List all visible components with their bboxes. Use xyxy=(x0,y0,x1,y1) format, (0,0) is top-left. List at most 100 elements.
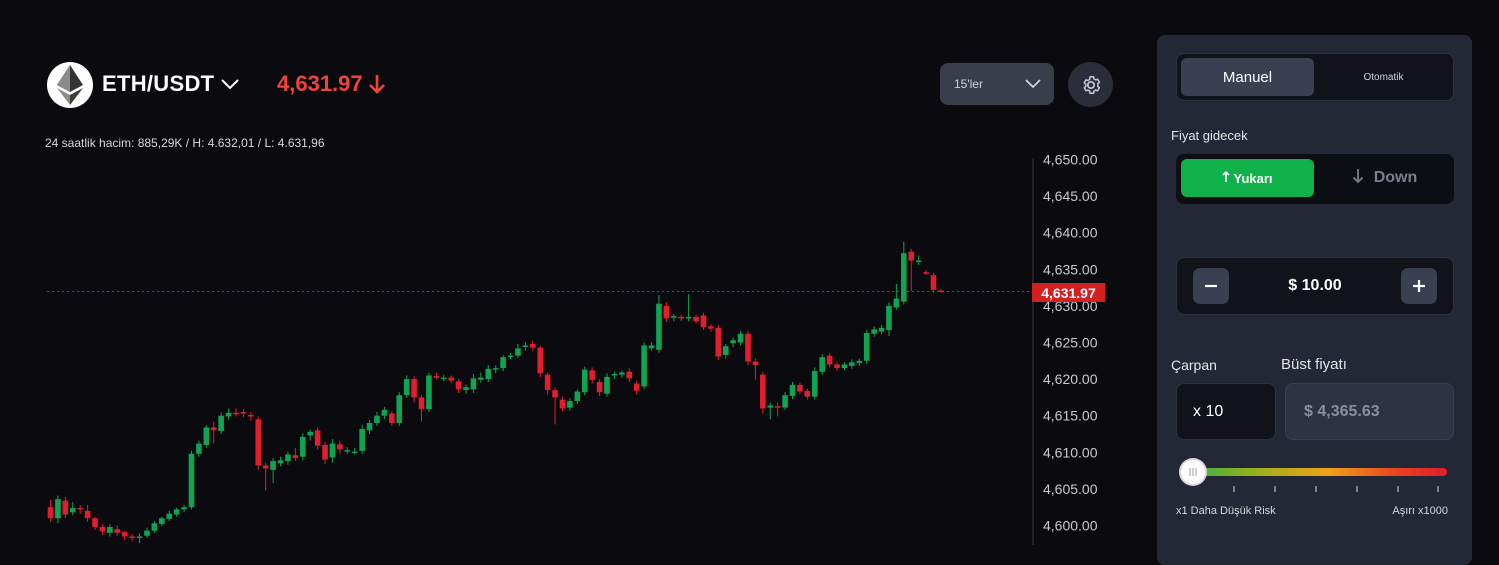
gear-icon xyxy=(1082,75,1100,94)
candle-body xyxy=(77,507,83,510)
price-chart[interactable]: 4,650.004,645.004,640.004,635.004,630.00… xyxy=(0,150,1130,545)
y-tick-label: 4,615.00 xyxy=(1043,408,1098,424)
candle-body xyxy=(381,409,388,416)
candle-body xyxy=(567,401,573,408)
y-tick-label: 4,610.00 xyxy=(1043,444,1098,460)
candle-body xyxy=(107,526,113,533)
candle-body xyxy=(144,530,150,536)
candle-body xyxy=(760,374,766,409)
y-tick-label: 4,625.00 xyxy=(1043,335,1098,351)
candle-body xyxy=(129,536,135,538)
candle-body xyxy=(767,405,774,408)
candle-body xyxy=(930,275,937,290)
candle-body xyxy=(611,373,618,376)
down-button-label: Down xyxy=(1373,169,1418,186)
candle-body xyxy=(166,513,173,519)
candle-body xyxy=(270,461,276,470)
candle-body xyxy=(463,387,469,391)
candle-body xyxy=(55,499,61,519)
candle-body xyxy=(240,412,247,414)
candle-body xyxy=(47,507,54,519)
multiplier-value: x 10 xyxy=(1193,403,1224,420)
volume-stats: 24 saatlik hacim: 885,29K / H: 4.632,01 … xyxy=(45,136,325,150)
risk-slider-thumb[interactable] xyxy=(1181,460,1205,484)
multiplier-input[interactable]: x 10 xyxy=(1176,383,1276,440)
candle-body xyxy=(596,382,603,393)
candle-body xyxy=(878,327,885,332)
candle-body xyxy=(255,419,262,466)
candle-body xyxy=(789,384,796,396)
chevron-down-icon[interactable] xyxy=(220,77,240,96)
candle-body xyxy=(344,450,351,452)
candle-body xyxy=(233,412,239,415)
y-tick-label: 4,635.00 xyxy=(1043,261,1098,277)
bust-price-field: $ 4,365.63 xyxy=(1285,383,1454,440)
chevron-down-icon xyxy=(1024,77,1042,95)
tab-automatic[interactable]: Otomatik xyxy=(1317,58,1450,96)
candle-body xyxy=(908,251,915,261)
down-button[interactable]: Down xyxy=(1318,159,1451,197)
candle-body xyxy=(507,355,514,358)
candle-body xyxy=(292,455,299,459)
candle-body xyxy=(84,510,91,519)
candle-body xyxy=(656,303,662,350)
candle-body xyxy=(69,507,76,513)
candle-body xyxy=(841,364,848,369)
candle-body xyxy=(826,355,833,365)
candle-body xyxy=(782,395,788,408)
candle-body xyxy=(722,346,729,355)
tab-manual[interactable]: Manuel xyxy=(1181,58,1314,96)
candle-body xyxy=(670,316,677,318)
candle-body xyxy=(374,415,380,424)
candle-body xyxy=(455,381,462,390)
y-tick-label: 4,640.00 xyxy=(1043,225,1098,241)
candle-body xyxy=(121,532,128,537)
candle-body xyxy=(322,444,328,460)
candle-body xyxy=(411,379,417,398)
risk-slider-track[interactable] xyxy=(1183,468,1447,476)
candle-body xyxy=(589,370,595,380)
risk-tick xyxy=(1233,486,1235,492)
candle-body xyxy=(604,376,610,394)
y-tick-label: 4,605.00 xyxy=(1043,481,1098,497)
candle-body xyxy=(774,406,781,408)
candle-body xyxy=(426,375,432,410)
mode-tabs: Manuel Otomatik xyxy=(1176,53,1454,101)
current-price: 4,631.97 xyxy=(277,71,363,96)
interval-select[interactable]: 15'ler xyxy=(940,63,1054,105)
settings-button[interactable] xyxy=(1068,62,1113,107)
candle-body xyxy=(871,329,877,334)
up-button[interactable]: Yukarı xyxy=(1181,159,1314,197)
amount-stepper: $ 10.00 xyxy=(1176,257,1454,315)
grip-icon xyxy=(1189,468,1197,476)
candle-body xyxy=(522,345,529,347)
candle-body xyxy=(99,526,106,532)
y-tick-label: 4,620.00 xyxy=(1043,371,1098,387)
candle-body xyxy=(515,348,521,356)
candle-body xyxy=(203,427,210,445)
candle-body xyxy=(856,360,863,363)
candle-body xyxy=(663,305,670,319)
up-button-label: Yukarı xyxy=(1233,170,1273,186)
candle-body xyxy=(730,340,736,344)
bust-price-value: $ 4,365.63 xyxy=(1304,403,1380,420)
candle-body xyxy=(262,465,269,469)
arrow-down-icon xyxy=(1352,168,1364,189)
candle-body xyxy=(619,372,625,375)
candle-body xyxy=(314,430,321,446)
candle-body xyxy=(574,391,581,402)
candle-body xyxy=(678,316,684,319)
candle-body xyxy=(685,316,692,319)
candle-body xyxy=(418,397,425,410)
candle-body xyxy=(285,454,291,462)
trading-pair-label[interactable]: ETH/USDT xyxy=(102,71,214,97)
trade-panel: Manuel Otomatik Fiyat gidecek Yukarı Dow… xyxy=(1157,35,1472,565)
candle-body xyxy=(552,390,558,398)
increase-button[interactable] xyxy=(1401,268,1437,304)
plus-icon xyxy=(1413,280,1425,292)
candle-body xyxy=(537,347,544,374)
candle-body xyxy=(893,298,900,308)
candle-body xyxy=(389,413,395,424)
candle-body xyxy=(797,384,803,392)
candle-body xyxy=(544,374,551,391)
